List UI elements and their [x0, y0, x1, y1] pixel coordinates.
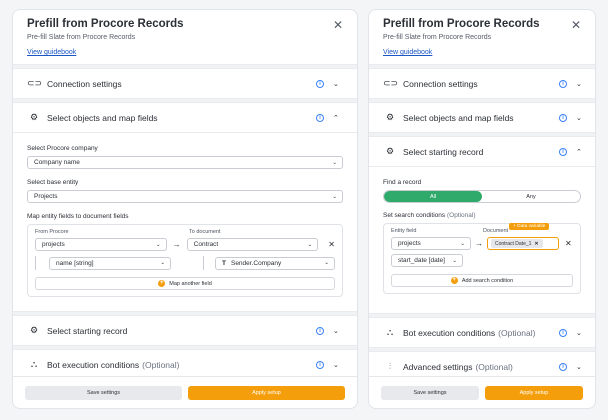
map-label: Map entity fields to document fields	[27, 213, 129, 220]
info-icon[interactable]: i	[316, 360, 324, 369]
link-icon: ⊂⊃	[383, 78, 399, 88]
remove-icon[interactable]: ✕	[565, 239, 572, 248]
gear-icon: ⚙	[29, 325, 39, 335]
section-label: Select starting record	[403, 146, 484, 157]
info-icon[interactable]: i	[316, 113, 324, 122]
section-connection[interactable]: ⊂⊃ Connection settings i ⌄	[13, 69, 357, 98]
link-icon: ⊂⊃	[27, 78, 43, 88]
sliders-icon: ⫶	[388, 361, 392, 371]
footer: Save settings Apply setup	[369, 376, 595, 408]
document-label: Document	[483, 228, 509, 234]
entity-select[interactable]: Projects ⌄	[27, 190, 343, 203]
entity-label: Select base entity	[27, 179, 79, 186]
chevron-down-icon[interactable]: ⌄	[333, 327, 339, 335]
section-label: Select objects and map fields	[47, 112, 158, 123]
document-value-input[interactable]: Contract Date_1 ✕	[487, 237, 559, 250]
plus-icon: +	[450, 277, 458, 284]
section-select-objects[interactable]: ⚙ Select objects and map fields i ⌄	[369, 103, 595, 132]
chevron-down-icon[interactable]: ⌄	[576, 80, 582, 88]
guidebook-link[interactable]: View guidebook	[383, 49, 432, 56]
arrow-right-icon: →	[475, 239, 483, 248]
gear-icon: ⚙	[385, 112, 395, 122]
sub-from-select[interactable]: name [string] ⌄	[49, 256, 171, 270]
chevron-down-icon[interactable]: ⌄	[576, 329, 582, 337]
to-select[interactable]: Contract ⌄	[186, 238, 319, 251]
chevron-down-icon[interactable]: ⌄	[576, 363, 582, 371]
toggle-all[interactable]: All	[384, 191, 482, 202]
panel-header: Prefill from Procore Records Pre-fill Sl…	[369, 10, 595, 64]
info-icon[interactable]: i	[316, 326, 324, 335]
tree-icon: ⛬	[30, 359, 38, 369]
company-label: Select Procore company	[27, 145, 98, 152]
section-body: Select Procore company Company name ⌄ Sel…	[13, 133, 357, 311]
data-variable-tooltip[interactable]: + Data variable	[509, 223, 550, 230]
variable-chip: Contract Date_1 ✕	[491, 239, 543, 248]
info-icon[interactable]: i	[316, 79, 324, 88]
section-label: Bot execution conditions	[47, 359, 140, 370]
left-panel: Prefill from Procore Records Pre-fill Sl…	[12, 9, 358, 409]
info-icon[interactable]: i	[559, 113, 567, 122]
section-bot-conditions[interactable]: ⛬ Bot execution conditions (Optional) i …	[369, 318, 595, 347]
entity-field-select[interactable]: projects ⌄	[391, 237, 471, 250]
gear-icon: ⚙	[385, 146, 395, 156]
section-label: Connection settings	[47, 78, 122, 89]
plus-icon: +	[158, 280, 166, 287]
remove-icon[interactable]: ✕	[328, 240, 335, 249]
arrow-right-icon: →	[172, 240, 181, 249]
apply-setup-button[interactable]: Apply setup	[485, 385, 583, 400]
panel-subtitle: Pre-fill Slate from Procore Records	[383, 34, 492, 41]
section-starting-record[interactable]: ⚙ Select starting record i ⌄	[13, 316, 357, 345]
tree-icon: ⛬	[386, 327, 394, 337]
section-label: Advanced settings	[403, 361, 473, 372]
section-label: Select objects and map fields	[403, 112, 514, 123]
section-connection[interactable]: ⊂⊃ Connection settings i ⌄	[369, 69, 595, 98]
info-icon[interactable]: i	[559, 79, 567, 88]
chip-remove-icon[interactable]: ✕	[534, 241, 538, 247]
sub-to-select[interactable]: T Sender.Company ⌄	[215, 256, 335, 270]
from-label: From Procore	[35, 229, 69, 235]
section-body: Find a record All Any Set search conditi…	[369, 167, 595, 313]
info-icon[interactable]: i	[559, 328, 567, 337]
section-select-objects[interactable]: ⚙ Select objects and map fields i ⌃	[13, 103, 357, 132]
company-select[interactable]: Company name ⌄	[27, 156, 343, 169]
panel-subtitle: Pre-fill Slate from Procore Records	[27, 34, 136, 41]
info-icon[interactable]: i	[559, 362, 567, 371]
mapping-box: From Procore To document projects ⌄ → Con…	[27, 224, 343, 297]
guidebook-link[interactable]: View guidebook	[27, 49, 76, 56]
save-settings-button[interactable]: Save settings	[381, 385, 479, 400]
section-label: Connection settings	[403, 78, 478, 89]
date-field-select[interactable]: start_date [date] ⌄	[391, 254, 463, 267]
right-panel: Prefill from Procore Records Pre-fill Sl…	[368, 9, 596, 409]
apply-setup-button[interactable]: Apply setup	[188, 385, 345, 400]
section-bot-conditions[interactable]: ⛬ Bot execution conditions (Optional) i …	[13, 350, 357, 379]
chevron-down-icon[interactable]: ⌄	[333, 80, 339, 88]
add-condition-button[interactable]: + Add search condition	[391, 274, 573, 287]
condition-box: Entity field Document + Data variable pr…	[383, 223, 581, 294]
chevron-down-icon[interactable]: ⌄	[333, 361, 339, 369]
info-icon[interactable]: i	[559, 147, 567, 156]
text-type-icon: T	[222, 259, 226, 267]
footer: Save settings Apply setup	[13, 376, 357, 408]
close-icon[interactable]: ✕	[333, 19, 343, 31]
save-settings-button[interactable]: Save settings	[25, 385, 182, 400]
entity-field-label: Entity field	[391, 228, 417, 234]
chevron-up-icon[interactable]: ⌃	[576, 148, 582, 156]
section-label: Select starting record	[47, 325, 128, 336]
find-label: Find a record	[383, 179, 422, 186]
to-label: To document	[189, 229, 221, 235]
gear-icon: ⚙	[29, 112, 39, 122]
panel-header: Prefill from Procore Records Pre-fill Sl…	[13, 10, 357, 64]
section-starting-record[interactable]: ⚙ Select starting record i ⌃	[369, 137, 595, 166]
section-label: Bot execution conditions	[403, 327, 496, 338]
map-another-button[interactable]: + Map another field	[35, 277, 335, 290]
search-label: Set search conditions (Optional)	[383, 212, 476, 219]
close-icon[interactable]: ✕	[571, 19, 581, 31]
match-toggle[interactable]: All Any	[383, 190, 581, 203]
chevron-up-icon[interactable]: ⌃	[333, 114, 339, 122]
toggle-any[interactable]: Any	[482, 191, 580, 202]
chevron-down-icon[interactable]: ⌄	[576, 114, 582, 122]
panel-title: Prefill from Procore Records	[383, 18, 540, 30]
panel-title: Prefill from Procore Records	[27, 18, 184, 30]
from-select[interactable]: projects ⌄	[35, 238, 167, 251]
